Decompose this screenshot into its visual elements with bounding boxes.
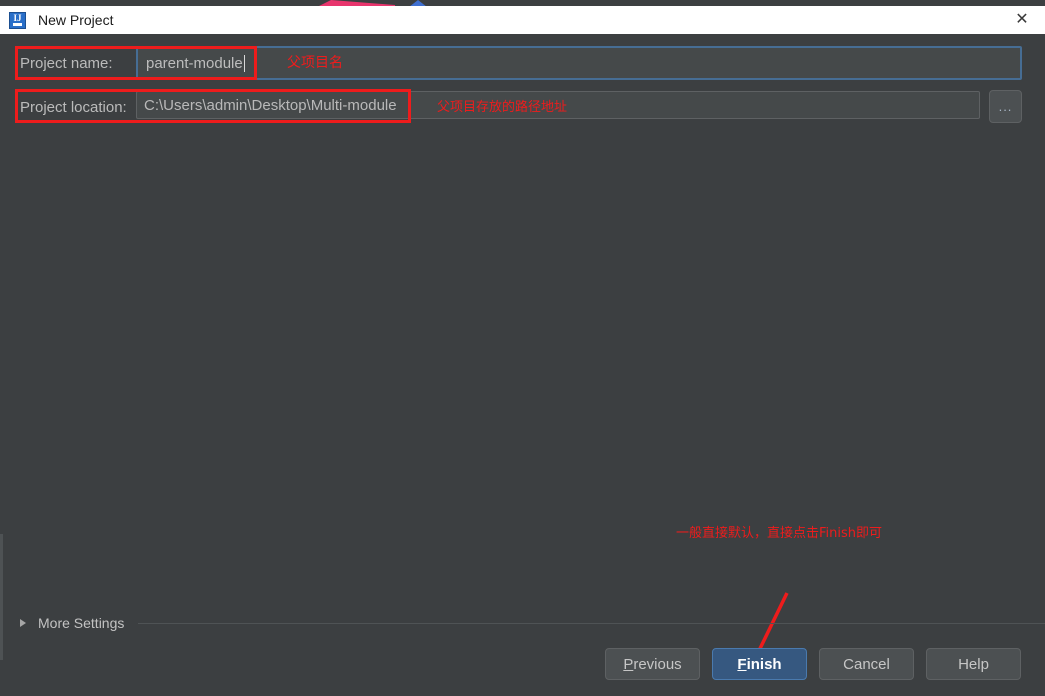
dialog-titlebar: IJ New Project ✕	[0, 6, 1045, 34]
annotation-box-project-name	[15, 46, 257, 80]
project-name-input[interactable]: parent-module	[136, 46, 1022, 80]
annotation-text-project-location: 父项目存放的路径地址	[437, 100, 568, 115]
browse-folder-button[interactable]: ...	[989, 90, 1022, 123]
left-edge-strip	[0, 534, 3, 660]
cancel-button[interactable]: Cancel	[819, 648, 914, 680]
dialog-footer: Previous Finish Cancel Help	[0, 648, 1045, 696]
new-project-dialog: Project name: parent-module Project loca…	[0, 34, 1045, 696]
window-title: New Project	[38, 12, 114, 28]
close-icon[interactable]: ✕	[999, 6, 1045, 34]
section-divider	[138, 622, 1045, 624]
previous-button-mnemonic: P	[623, 655, 634, 673]
previous-button-label: revious	[633, 655, 682, 673]
finish-button[interactable]: Finish	[712, 648, 807, 680]
more-settings-label: More Settings	[38, 615, 125, 631]
finish-button-label: inish	[746, 655, 782, 673]
previous-button[interactable]: Previous	[605, 648, 700, 680]
annotation-text-finish: 一般直接默认，直接点击Finish即可	[676, 526, 883, 541]
annotation-box-project-location	[15, 89, 411, 123]
finish-button-mnemonic: F	[737, 655, 747, 673]
annotation-text-project-name: 父项目名	[287, 55, 343, 71]
help-button[interactable]: Help	[926, 648, 1021, 680]
intellij-idea-icon: IJ	[9, 11, 26, 29]
chevron-right-icon	[20, 619, 26, 627]
more-settings-toggle[interactable]: More Settings	[20, 612, 1045, 634]
